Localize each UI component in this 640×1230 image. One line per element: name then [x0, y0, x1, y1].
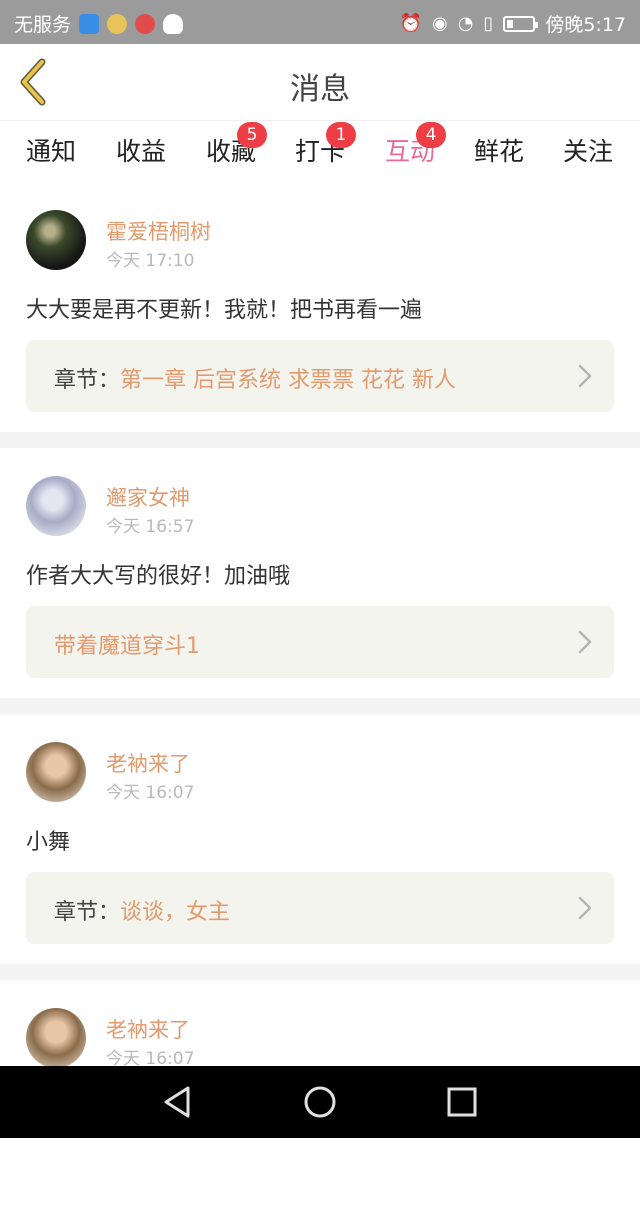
- tab-flowers[interactable]: 鲜花: [459, 132, 539, 168]
- chevron-right-icon: [578, 364, 592, 388]
- chapter-prefix: 章节：: [54, 368, 121, 393]
- tab-notice[interactable]: 通知: [11, 132, 91, 168]
- avatar[interactable]: [26, 742, 86, 802]
- back-nav-icon[interactable]: [160, 1084, 196, 1120]
- qq-icon: [163, 13, 184, 34]
- book-title: 带着魔道穿斗1: [54, 634, 200, 659]
- tab-badge: 1: [326, 122, 356, 148]
- chapter-link[interactable]: 章节：第一章 后宫系统 求票票 花花 新人: [26, 340, 614, 412]
- header: 消息: [0, 44, 640, 121]
- chapter-link[interactable]: 章节：谈谈，女主: [26, 872, 614, 944]
- chapter-title: 谈谈，女主: [120, 900, 231, 925]
- bulb-icon: [107, 13, 128, 34]
- tab-label: 关注: [562, 137, 613, 166]
- battery-level: [507, 19, 514, 28]
- message-card[interactable]: 邂家女神 今天 16:57 作者大大写的很好！加油哦 带着魔道穿斗1: [0, 448, 640, 698]
- home-nav-icon[interactable]: [302, 1084, 338, 1120]
- status-left: 无服务: [14, 10, 184, 37]
- tab-follow[interactable]: 关注: [548, 132, 628, 168]
- music-icon: [135, 13, 156, 34]
- chevron-right-icon: [578, 896, 592, 920]
- user-name[interactable]: 老衲来了: [106, 748, 190, 778]
- tab-label: 通知: [25, 137, 76, 166]
- tab-bar: 通知 收益 收藏 5 打卡 1 互动 4 鲜花 关注: [0, 120, 640, 186]
- tab-badge: 5: [237, 122, 267, 148]
- tab-interaction[interactable]: 互动 4: [370, 122, 450, 186]
- tab-label: 鲜花: [473, 137, 524, 166]
- clock: 傍晚5:17: [545, 14, 626, 36]
- message-time: 今天 16:07: [106, 783, 195, 803]
- avatar[interactable]: [26, 476, 86, 536]
- book-link-text: 带着魔道穿斗1: [54, 628, 200, 660]
- chapter-link-text: 章节：谈谈，女主: [54, 894, 230, 926]
- book-link[interactable]: 带着魔道穿斗1: [26, 606, 614, 678]
- avatar[interactable]: [26, 1008, 86, 1068]
- shield-icon: [79, 13, 100, 34]
- chevron-right-icon: [578, 630, 592, 654]
- divider: [0, 964, 640, 980]
- chapter-prefix: 章节：: [54, 900, 121, 925]
- tab-income[interactable]: 收益: [101, 132, 181, 168]
- divider: [0, 432, 640, 448]
- message-time: 今天 16:57: [106, 517, 195, 537]
- divider: [0, 698, 640, 714]
- message-card[interactable]: 霍爱梧桐树 今天 17:10 大大要是再不更新！我就！把书再看一遍 章节：第一章…: [0, 182, 640, 432]
- battery-icon: [503, 15, 539, 32]
- status-right: ⏰ ◉ ◔ ▯ 傍晚5:17: [400, 10, 626, 37]
- chapter-title: 第一章 后宫系统 求票票 花花 新人: [120, 368, 456, 393]
- wifi-icon: ◔: [457, 12, 474, 34]
- alarm-icon: ⏰: [399, 12, 422, 34]
- eye-icon: ◉: [431, 12, 448, 34]
- tab-checkin[interactable]: 打卡 1: [280, 122, 360, 168]
- message-card[interactable]: 老衲来了 今天 16:07 小舞 章节：谈谈，女主: [0, 714, 640, 964]
- user-name[interactable]: 霍爱梧桐树: [106, 216, 211, 246]
- chapter-link-text: 章节：第一章 后宫系统 求票票 花花 新人: [54, 362, 456, 394]
- tab-favorites[interactable]: 收藏 5: [191, 122, 271, 168]
- user-name[interactable]: 邂家女神: [106, 482, 190, 512]
- status-bar: 无服务 ⏰ ◉ ◔ ▯ 傍晚5:17: [0, 0, 640, 44]
- message-content: 大大要是再不更新！我就！把书再看一遍: [26, 298, 423, 323]
- tab-label: 收益: [115, 137, 166, 166]
- recents-nav-icon[interactable]: [444, 1084, 480, 1120]
- message-content: 小舞: [26, 830, 71, 855]
- carrier-text: 无服务: [14, 14, 72, 36]
- message-time: 今天 17:10: [106, 251, 195, 271]
- user-name[interactable]: 老衲来了: [106, 1014, 190, 1044]
- sim-alert-icon: ▯: [483, 12, 494, 34]
- page-title: 消息: [290, 72, 350, 107]
- tab-badge: 4: [416, 122, 446, 148]
- avatar[interactable]: [26, 210, 86, 270]
- message-content: 作者大大写的很好！加油哦: [26, 564, 291, 589]
- navigation-bar: [0, 1066, 640, 1138]
